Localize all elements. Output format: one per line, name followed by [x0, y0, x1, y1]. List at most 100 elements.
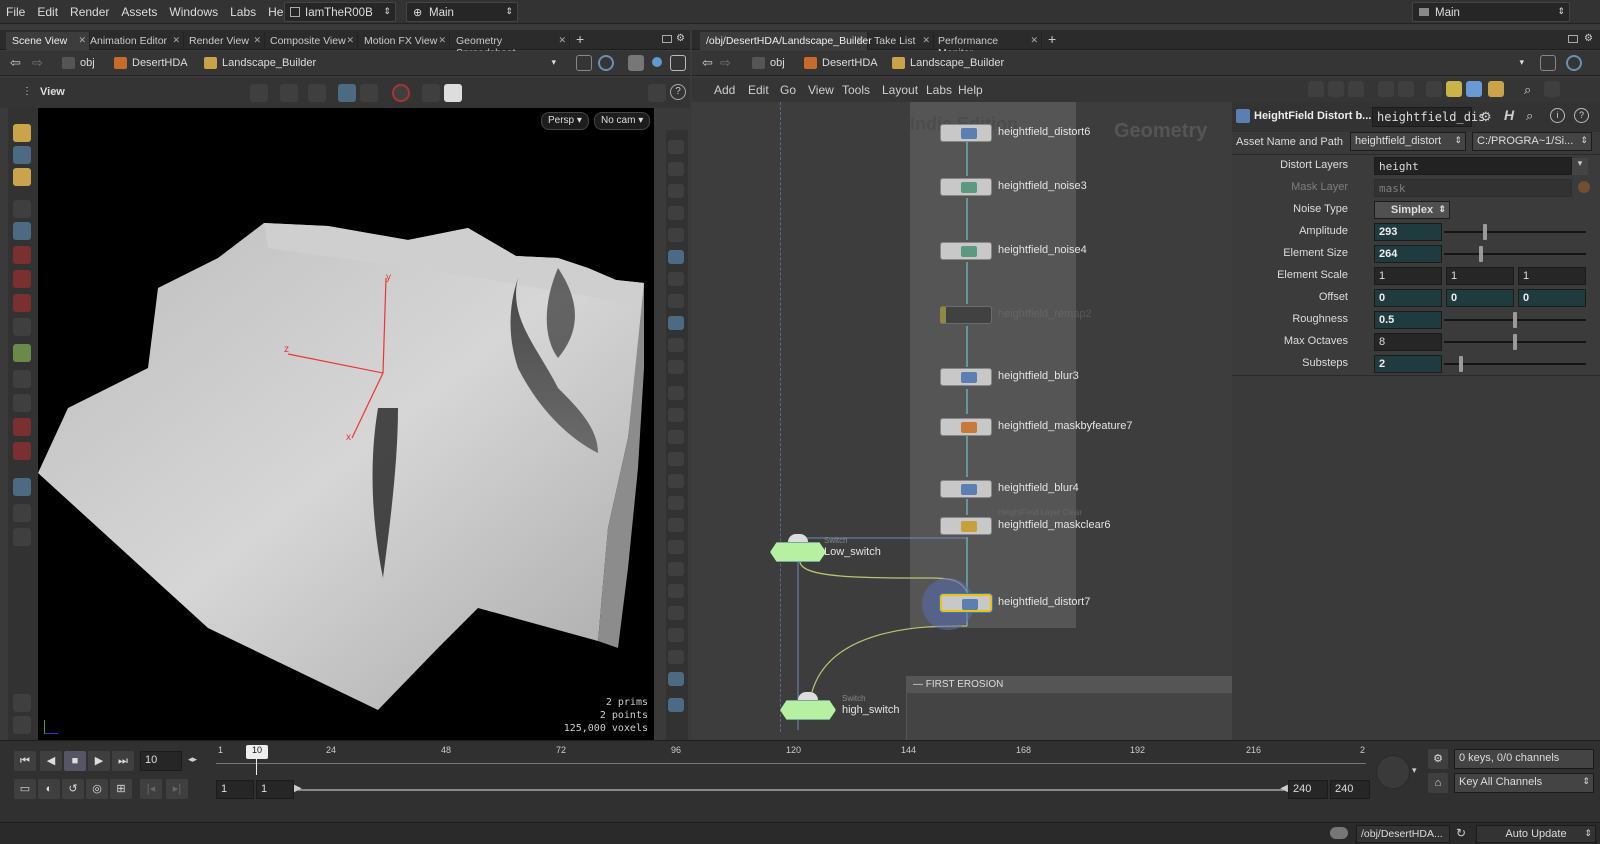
menu-help[interactable]: Help: [958, 83, 983, 97]
pin-small-icon[interactable]: [668, 698, 684, 712]
search-icon[interactable]: ⌕: [1526, 108, 1533, 124]
close-icon[interactable]: ✕: [558, 35, 566, 46]
collapse-icon[interactable]: —: [913, 679, 926, 690]
lock-icon[interactable]: [13, 222, 31, 240]
primitive-icon[interactable]: [668, 496, 684, 510]
frame-marker[interactable]: 10: [246, 745, 268, 759]
node-heightfield-blur3[interactable]: heightfield_blur3: [940, 368, 1200, 390]
checker-icon[interactable]: [668, 562, 684, 576]
offset-x-field[interactable]: 0: [1374, 289, 1442, 307]
node-heightfield-remap2[interactable]: heightfield_remap2: [940, 306, 1200, 328]
close-icon[interactable]: ✕: [1030, 35, 1038, 46]
element-scale-x-field[interactable]: 1: [1374, 267, 1442, 285]
speech-icon[interactable]: [1330, 827, 1348, 839]
range-slider[interactable]: ▶ ◀: [294, 783, 1288, 794]
element-scale-y-field[interactable]: 1: [1446, 267, 1514, 285]
step-arrows-icon[interactable]: ◂▸: [188, 754, 197, 765]
node-name-field[interactable]: heightfield_dis: [1372, 107, 1485, 127]
slider-knob[interactable]: [1459, 356, 1464, 372]
pan-icon[interactable]: [250, 84, 268, 102]
range-handle-right-icon[interactable]: ◀: [1280, 783, 1288, 794]
eye-icon[interactable]: [668, 338, 684, 352]
menu-edit[interactable]: Edit: [748, 83, 769, 97]
prev-key-icon[interactable]: |◂: [140, 779, 162, 799]
menu-labs[interactable]: Labs: [224, 0, 262, 24]
chevron-down-icon[interactable]: ▾: [1412, 765, 1417, 776]
menu-view[interactable]: View: [808, 83, 834, 97]
update-mode-menu[interactable]: Auto Update ⇕: [1476, 825, 1596, 843]
mesh-icon[interactable]: [668, 360, 684, 374]
snap-icon[interactable]: [444, 84, 462, 102]
menu-labs[interactable]: Labs: [926, 83, 952, 97]
number-icon[interactable]: [668, 452, 684, 466]
amplitude-field[interactable]: 293: [1374, 223, 1442, 241]
view-tool-icon[interactable]: [13, 478, 31, 496]
flipbook-icon[interactable]: [13, 528, 31, 546]
slider-knob[interactable]: [1513, 334, 1517, 350]
slider-knob[interactable]: [1483, 224, 1488, 240]
node-heightfield-noise3[interactable]: heightfield_noise3: [940, 178, 1200, 200]
switch-high[interactable]: Switch high_switch: [780, 692, 899, 722]
menu-edit[interactable]: Edit: [31, 0, 64, 24]
ghost-icon[interactable]: [360, 84, 378, 102]
palette-icon[interactable]: [1466, 81, 1482, 97]
play-button[interactable]: ▶: [88, 751, 110, 771]
magnet-alt-icon[interactable]: [13, 442, 31, 460]
key-wrench-button[interactable]: [1376, 755, 1410, 789]
current-frame-field[interactable]: 10: [140, 751, 182, 771]
breadcrumb-landscape-builder[interactable]: Landscape_Builder ▾: [888, 55, 1528, 72]
breadcrumb-obj[interactable]: obj: [58, 55, 102, 72]
element-size-field[interactable]: 264: [1374, 245, 1442, 263]
add-tab-icon[interactable]: +: [576, 31, 584, 47]
offset-y-field[interactable]: 0: [1446, 289, 1514, 307]
element-size-slider[interactable]: [1444, 246, 1586, 262]
tab-network-path[interactable]: /obj/DesertHDA/Landscape_Builder ✕: [700, 32, 872, 50]
breadcrumb-obj[interactable]: obj: [748, 55, 792, 72]
layout-icon[interactable]: [648, 84, 666, 102]
range-start2-field[interactable]: 1: [256, 780, 294, 799]
roughness-field[interactable]: 0.5: [1374, 311, 1442, 329]
camera-icon[interactable]: [422, 84, 440, 102]
noise-type-menu[interactable]: Simplex ⇕: [1374, 201, 1450, 219]
link-icon[interactable]: [1566, 55, 1582, 71]
asset-name-menu[interactable]: heightfield_distort ⇕: [1350, 132, 1466, 151]
back-arrow-icon[interactable]: ⇦: [10, 55, 21, 71]
amplitude-slider[interactable]: [1444, 224, 1586, 240]
brush-icon[interactable]: [13, 694, 31, 712]
hda-badge-icon[interactable]: H: [1504, 107, 1514, 123]
pin-icon[interactable]: [576, 55, 592, 71]
key-all-menu[interactable]: Key All Channels ⇕: [1454, 773, 1594, 793]
pin-icon[interactable]: [1540, 55, 1556, 71]
vertex-icon[interactable]: [668, 474, 684, 488]
gear-icon[interactable]: ⚙: [676, 33, 685, 44]
fps-icon[interactable]: ◎: [86, 779, 108, 799]
close-icon[interactable]: ✕: [172, 35, 180, 46]
gear-icon[interactable]: ⚙: [1584, 33, 1593, 44]
distort-layers-field[interactable]: height: [1374, 157, 1572, 175]
sphere-icon[interactable]: [652, 57, 662, 67]
close-small-icon[interactable]: [668, 206, 684, 220]
forward-arrow-icon[interactable]: ⇨: [32, 55, 43, 71]
step-back-button[interactable]: ◀: [40, 751, 62, 771]
jump-start-button[interactable]: ⏮: [14, 751, 36, 771]
menu-add[interactable]: Add: [714, 83, 735, 97]
close-icon[interactable]: ✕: [922, 35, 930, 46]
pose-tool-icon[interactable]: [13, 344, 31, 362]
close-icon[interactable]: ✕: [253, 35, 261, 46]
grid-view-icon[interactable]: [1378, 81, 1394, 97]
note-icon[interactable]: [1446, 81, 1462, 97]
camera-small-icon[interactable]: [668, 316, 684, 330]
maximize-icon[interactable]: [1568, 35, 1578, 43]
mask-layer-icon[interactable]: [1578, 181, 1590, 193]
snap-tool-icon[interactable]: [13, 394, 31, 412]
move-tool-icon[interactable]: [13, 246, 31, 264]
node-heightfield-noise4[interactable]: heightfield_noise4: [940, 242, 1200, 264]
search-icon[interactable]: ⌕: [1524, 82, 1531, 98]
shade-icon[interactable]: [668, 606, 684, 620]
menu-windows[interactable]: Windows: [163, 0, 224, 24]
network-box-first-erosion[interactable]: — FIRST EROSION: [906, 676, 1232, 740]
audio-icon[interactable]: ◐: [38, 779, 60, 799]
menu-assets[interactable]: Assets: [115, 0, 163, 24]
max-octaves-slider[interactable]: [1444, 334, 1586, 350]
node-heightfield-maskclear6[interactable]: HeightField Layer Clear heightfield_maskc…: [940, 508, 1200, 539]
